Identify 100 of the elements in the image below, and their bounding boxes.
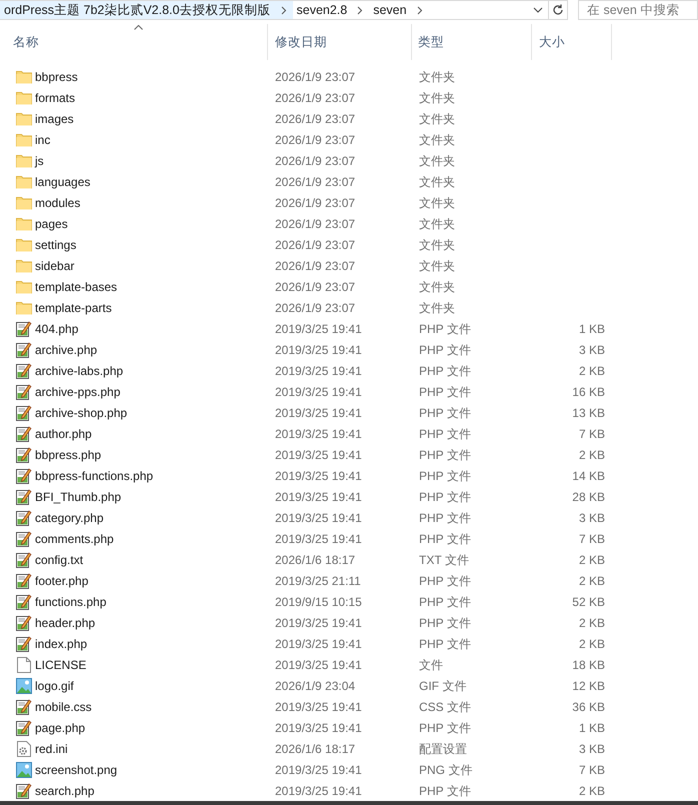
folder-icon [16,90,32,105]
file-name: LICENSE [35,656,86,674]
folder-icon [16,154,32,168]
file-row[interactable]: template-bases 2026/1/9 23:07 文件夹 [0,276,698,298]
file-row[interactable]: bbpress.php 2019/3/25 19:41 PHP 文件 2 KB [0,444,698,466]
file-row[interactable]: languages 2026/1/9 23:07 文件夹 [0,171,698,192]
edit-document-icon [16,614,32,631]
file-type: PHP 文件 [418,488,472,506]
file-row[interactable]: category.php 2019/3/25 19:41 PHP 文件 3 KB [0,507,698,528]
file-row[interactable]: search.php 2019/3/25 19:41 PHP 文件 2 KB [0,780,698,802]
file-size: 2 KB [578,552,605,569]
file-row[interactable]: author.php 2019/3/25 19:41 PHP 文件 7 KB [0,423,698,444]
breadcrumb-item[interactable]: seven2.8 [292,0,352,20]
breadcrumb-item[interactable]: seven [369,0,411,20]
file-type: 文件夹 [418,174,456,191]
file-row[interactable]: functions.php 2019/9/15 10:15 PHP 文件 52 KB [0,591,698,612]
file-row[interactable]: settings 2026/1/9 23:07 文件夹 [0,234,698,256]
file-row[interactable]: BFI_Thumb.php 2019/3/25 19:41 PHP 文件 28 KB [0,486,698,508]
file-row[interactable]: LICENSE 2019/3/25 19:41 文件 18 KB [0,654,698,676]
file-size: 13 KB [572,404,605,422]
file-row[interactable]: bbpress 2026/1/9 23:07 文件夹 [0,66,698,88]
file-row[interactable]: mobile.css 2019/3/25 19:41 CSS 文件 36 KB [0,696,698,718]
search-field[interactable]: 在 seven 中搜索 [578,0,698,20]
file-row[interactable]: archive.php 2019/3/25 19:41 PHP 文件 3 KB [0,339,698,360]
file-row[interactable]: 404.php 2019/3/25 19:41 PHP 文件 1 KB [0,318,698,340]
file-name: screenshot.png [35,762,118,779]
column-header[interactable]: 修改日期 [268,24,412,60]
file-name: author.php [35,426,92,443]
file-row[interactable]: header.php 2019/3/25 19:41 PHP 文件 2 KB [0,612,698,634]
modified-date: 2026/1/9 23:07 [274,216,356,233]
image-file-icon [16,678,32,694]
file-name: functions.php [35,594,106,611]
file-row[interactable]: sidebar 2026/1/9 23:07 文件夹 [0,255,698,276]
modified-date: 2019/3/25 19:41 [274,362,363,380]
file-size: 16 KB [572,384,605,401]
file-size: 3 KB [578,342,605,359]
file-row[interactable]: images 2026/1/9 23:07 文件夹 [0,108,698,130]
file-name: sidebar [35,258,74,275]
file-type: 文件夹 [418,216,456,233]
modified-date: 2019/3/25 19:41 [274,698,363,716]
refresh-icon[interactable] [552,4,564,16]
file-name: bbpress [35,68,78,86]
file-name: index.php [35,636,88,653]
file-type: 文件夹 [418,236,456,254]
edit-document-icon [16,720,32,736]
file-row[interactable]: archive-shop.php 2019/3/25 19:41 PHP 文件 13 KB [0,402,698,424]
file-row[interactable]: footer.php 2019/3/25 21:11 PHP 文件 2 KB [0,570,698,592]
modified-date: 2026/1/9 23:07 [274,300,356,317]
chevron-right-icon [357,6,364,14]
column-header[interactable]: 类型 [412,24,532,60]
folder-icon [16,174,32,189]
file-row[interactable]: archive-labs.php 2019/3/25 19:41 PHP 文件 2 KB [0,360,698,382]
file-row[interactable]: comments.php 2019/3/25 19:41 PHP 文件 7 KB [0,528,698,550]
file-name: template-bases [35,278,118,296]
file-row[interactable]: pages 2026/1/9 23:07 文件夹 [0,213,698,234]
file-row[interactable]: red.ini 2026/1/6 18:17 配置设置 3 KB [0,738,698,760]
file-type: PHP 文件 [418,404,472,422]
modified-date: 2019/3/25 19:41 [274,446,363,464]
file-row[interactable]: logo.gif 2026/1/9 23:04 GIF 文件 12 KB [0,675,698,696]
modified-date: 2019/3/25 19:41 [274,488,363,506]
folder-icon [16,216,32,231]
chevron-down-icon[interactable] [533,7,543,13]
file-name: red.ini [35,740,68,758]
file-size: 12 KB [572,678,605,695]
file-row[interactable]: modules 2026/1/9 23:07 文件夹 [0,192,698,214]
modified-date: 2026/1/9 23:07 [274,236,356,254]
file-type: 文件夹 [418,152,456,170]
file-name: footer.php [35,572,88,590]
modified-date: 2026/1/9 23:07 [274,110,356,128]
file-type: GIF 文件 [418,678,468,695]
file-name: mobile.css [35,698,92,716]
file-name: modules [35,194,80,212]
file-row[interactable]: index.php 2019/3/25 19:41 PHP 文件 2 KB [0,633,698,654]
modified-date: 2019/3/25 19:41 [274,782,363,800]
file-name: header.php [35,614,96,632]
file-row[interactable]: config.txt 2026/1/6 18:17 TXT 文件 2 KB [0,549,698,570]
file-row[interactable]: screenshot.png 2019/3/25 19:41 PNG 文件 7 KB [0,759,698,780]
file-row[interactable]: inc 2026/1/9 23:07 文件夹 [0,129,698,150]
modified-date: 2019/9/15 10:15 [274,594,363,611]
file-row[interactable]: bbpress-functions.php 2019/3/25 19:41 PHP 文件 14 KB [0,465,698,486]
file-row[interactable]: template-parts 2026/1/9 23:07 文件夹 [0,297,698,318]
column-header[interactable]: 名称 [0,24,268,60]
file-row[interactable]: page.php 2019/3/25 19:41 PHP 文件 1 KB [0,717,698,738]
file-row[interactable]: formats 2026/1/9 23:07 文件夹 [0,87,698,108]
column-header[interactable]: 大小 [532,24,612,60]
modified-date: 2026/1/6 18:17 [274,740,356,758]
file-size: 2 KB [578,782,605,800]
modified-date: 2019/3/25 19:41 [274,384,363,401]
edit-document-icon [16,510,32,526]
edit-document-icon [16,698,32,715]
file-type: 文件夹 [418,300,456,317]
file-name: bbpress.php [35,446,102,464]
folder-icon [16,300,32,315]
modified-date: 2026/1/9 23:07 [274,258,356,275]
edit-document-icon [16,342,32,358]
file-row[interactable]: archive-pps.php 2019/3/25 19:41 PHP 文件 16 KB [0,381,698,402]
file-size: 1 KB [578,720,605,737]
file-row[interactable]: js 2026/1/9 23:07 文件夹 [0,150,698,172]
edit-document-icon [16,384,32,400]
modified-date: 2026/1/9 23:07 [274,90,356,107]
